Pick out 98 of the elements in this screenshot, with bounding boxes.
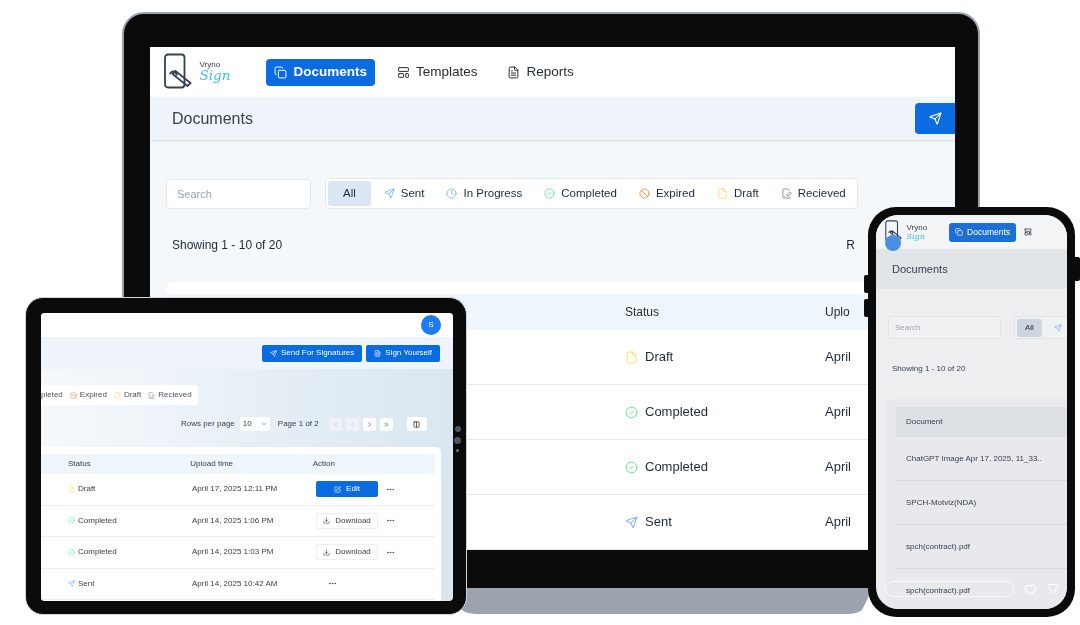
file-signature-icon: [148, 391, 156, 399]
check-circle-icon: [544, 188, 556, 199]
nav-tab[interactable]: Reports: [499, 58, 582, 86]
action-button[interactable]: Sign Yourself: [366, 344, 440, 362]
status-text: Completed: [78, 514, 117, 527]
filter-tab[interactable]: All: [328, 181, 371, 206]
check-circle-icon: [68, 548, 75, 556]
download-icon: [323, 517, 331, 525]
send-icon: [625, 515, 638, 529]
upload-time: April: [825, 348, 851, 367]
upload-time: April: [825, 513, 851, 532]
logo-wordmark: Vryno: [199, 61, 222, 70]
download-button[interactable]: Download: [316, 512, 378, 529]
logo-wordmark: Vryno: [906, 223, 928, 232]
showing-count: Showing 1 - 10 of 20: [172, 237, 283, 254]
document-icon: [374, 349, 382, 357]
avatar[interactable]: S: [421, 315, 441, 335]
document-name: spch(contract).pdf: [906, 540, 971, 553]
filter-tab[interactable]: Completed: [535, 181, 626, 206]
status-text: Completed: [645, 458, 708, 477]
nav-tab[interactable]: Templates: [388, 58, 486, 86]
report-icon: [507, 65, 521, 79]
send-button[interactable]: [915, 103, 955, 134]
rows-label: R: [846, 237, 855, 254]
page-title: Documents: [172, 108, 253, 129]
send-icon: [1053, 323, 1062, 332]
ban-icon: [69, 391, 77, 399]
rows-per-page-select[interactable]: 10: [239, 417, 270, 431]
rows-per-page-label: Rows per page: [181, 418, 235, 430]
showing-count: Showing 1 - 10 of 20: [892, 363, 967, 375]
column-header: Uplo: [825, 304, 850, 321]
file-signature-icon: [780, 188, 792, 199]
filter-tab[interactable]: Expired: [69, 389, 107, 401]
chevron-down-icon: [260, 421, 267, 427]
logo-script: Sign: [906, 231, 925, 241]
upload-time: April 14, 2025 1:03 PM: [192, 546, 275, 559]
file-icon: [625, 350, 638, 364]
filter-tab[interactable]: In Progress: [437, 181, 532, 206]
column-header: Status: [68, 458, 92, 470]
column-header: Document: [906, 416, 943, 428]
chevron-left-icon: [348, 420, 356, 428]
status-text: Draft: [645, 348, 674, 367]
file-icon: [716, 188, 728, 199]
filter-tab[interactable]: pleted: [41, 389, 63, 401]
document-name: SPCH-Motviz(NDA): [906, 496, 977, 509]
upload-time: April: [825, 403, 851, 422]
status-text: Sent: [78, 577, 95, 590]
ban-icon: [638, 188, 650, 199]
file-icon: [113, 391, 121, 399]
column-header: Status: [625, 304, 661, 321]
filter-tab[interactable]: Expired: [629, 181, 704, 206]
upload-time: April 17, 2025 12:11 PM: [192, 483, 279, 496]
filter-tab[interactable]: Recieved: [771, 181, 855, 206]
column-header: Action: [312, 458, 336, 470]
check-circle-icon: [625, 460, 638, 474]
status-text: Completed: [645, 403, 708, 422]
search-field[interactable]: Search: [166, 178, 311, 209]
filter-tab[interactable]: Recieved: [148, 389, 192, 401]
upload-time: April 14, 2025 1:06 PM: [192, 514, 275, 527]
columns-icon: [413, 420, 421, 428]
nav-tab[interactable]: Documents: [949, 222, 1017, 242]
download-icon: [323, 548, 331, 556]
edit-button[interactable]: Edit: [316, 481, 378, 498]
search-field[interactable]: Search: [888, 316, 1001, 339]
filter-tab[interactable]: Draft: [707, 181, 768, 206]
action-button[interactable]: Send For Signatures: [261, 344, 363, 362]
chevron-right-icon: [365, 420, 373, 428]
logo-script: Sign: [199, 69, 231, 83]
document-name: ChatGPT Image Apr 17, 2025, 11_33..: [906, 452, 1042, 465]
nav-tab[interactable]: Documents: [266, 58, 375, 86]
send-icon: [68, 580, 75, 588]
file-icon: [68, 485, 75, 493]
filter-tab[interactable]: Draft: [113, 389, 142, 401]
check-circle-icon: [625, 405, 638, 419]
documents-icon: [274, 65, 288, 79]
status-text: Sent: [645, 513, 672, 532]
documents-icon: [955, 228, 964, 236]
status-text: Draft: [78, 483, 96, 496]
layout-icon: [396, 65, 410, 79]
upload-time: April 14, 2025 10:42 AM: [192, 577, 279, 590]
send-icon: [269, 349, 277, 357]
send-icon: [928, 112, 942, 125]
document-name: spch(contract).pdf: [906, 584, 971, 597]
filter-tab[interactable]: All: [1017, 318, 1042, 337]
page-indicator: Page 1 of 2: [277, 418, 319, 430]
upload-time: April: [825, 458, 851, 477]
edit-icon: [334, 485, 342, 493]
page-title: Documents: [892, 261, 948, 277]
status-text: Completed: [78, 546, 117, 559]
column-header: Upload time: [190, 458, 234, 470]
layout-icon: [1024, 228, 1033, 236]
send-icon: [383, 188, 395, 199]
clock-icon: [446, 188, 458, 199]
columns-button[interactable]: [406, 417, 427, 431]
download-button[interactable]: Download: [316, 544, 378, 561]
filter-tab[interactable]: Sent: [374, 181, 434, 206]
check-circle-icon: [68, 517, 75, 525]
double-chevron-right-icon: [382, 420, 390, 428]
